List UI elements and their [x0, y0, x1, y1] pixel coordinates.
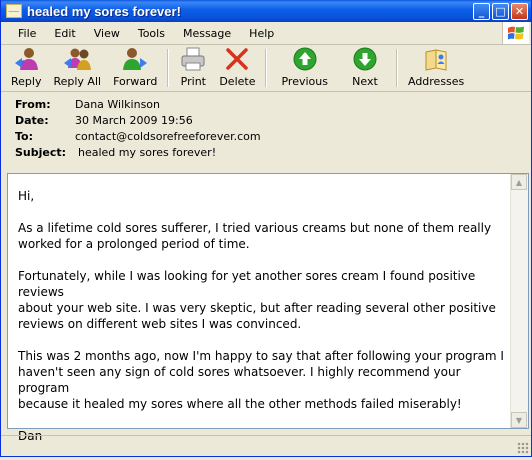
reply-all-icon [61, 46, 93, 72]
subject-label: Subject: [15, 145, 67, 159]
toolbar-separator [395, 49, 398, 87]
addresses-label: Addresses [407, 75, 465, 88]
from-label: From: [15, 97, 51, 111]
message-paragraph-3: This was 2 months ago, now I'm happy to … [18, 349, 504, 411]
previous-button[interactable]: Previous [271, 45, 338, 91]
windows-logo-icon [502, 22, 529, 44]
from-value: Dana Wilkinson [75, 97, 160, 111]
header-date-row: Date: 30 March 2009 19:56 [15, 112, 531, 128]
delete-button[interactable]: Delete [213, 45, 261, 91]
mail-window: healed my sores forever! _ □ ✕ File Edit… [0, 0, 532, 457]
subject-value: healed my sores forever! [78, 145, 217, 159]
next-label: Next [352, 75, 378, 88]
print-label: Print [180, 75, 206, 88]
to-value: contact@coldsorefreeforever.com [75, 129, 261, 143]
header-from-row: From: Dana Wilkinson [15, 96, 531, 112]
forward-icon [120, 46, 150, 72]
address-book-icon [422, 46, 450, 72]
status-bar [1, 435, 531, 456]
date-value: 30 March 2009 19:56 [75, 113, 193, 127]
vertical-scrollbar[interactable]: ▲ ▼ [510, 174, 528, 428]
date-label: Date: [15, 113, 49, 127]
scroll-up-button[interactable]: ▲ [511, 174, 527, 190]
toolbar-separator [265, 49, 268, 87]
toolbar: Reply Reply All Forward Print Delete Pre… [1, 45, 531, 92]
window-controls: _ □ ✕ [473, 2, 528, 20]
next-button[interactable]: Next [338, 45, 392, 91]
envelope-icon [6, 4, 22, 18]
menu-message[interactable]: Message [174, 27, 240, 40]
reply-label: Reply [11, 75, 42, 88]
to-label: To: [15, 129, 33, 143]
up-arrow-icon [292, 46, 318, 72]
reply-icon [11, 46, 41, 72]
maximize-button[interactable]: □ [492, 2, 509, 20]
reply-all-label: Reply All [53, 75, 102, 88]
toolbar-separator [167, 49, 170, 87]
title-bar[interactable]: healed my sores forever! _ □ ✕ [1, 0, 531, 22]
menu-tools[interactable]: Tools [129, 27, 174, 40]
delete-x-icon [224, 46, 250, 72]
scroll-down-arrow-icon: ▼ [515, 415, 523, 425]
message-header: From: Dana Wilkinson Date: 30 March 2009… [1, 92, 531, 166]
print-button[interactable]: Print [173, 45, 213, 91]
previous-label: Previous [281, 75, 328, 88]
scroll-up-arrow-icon: ▲ [515, 177, 523, 187]
delete-label: Delete [219, 75, 256, 88]
down-arrow-icon [352, 46, 378, 72]
close-button[interactable]: ✕ [511, 2, 528, 20]
message-greeting: Hi, [18, 189, 35, 203]
minimize-button[interactable]: _ [473, 2, 490, 20]
reply-button[interactable]: Reply [5, 45, 47, 91]
addresses-button[interactable]: Addresses [402, 45, 470, 91]
message-paragraph-2: Fortunately, while I was looking for yet… [18, 269, 496, 331]
scroll-down-button[interactable]: ▼ [511, 412, 527, 428]
menu-edit[interactable]: Edit [45, 27, 84, 40]
message-body-pane[interactable]: Hi, As a lifetime cold sores sufferer, I… [7, 173, 529, 443]
menu-bar: File Edit View Tools Message Help [1, 22, 531, 45]
menu-help[interactable]: Help [240, 27, 283, 40]
forward-label: Forward [113, 75, 158, 88]
printer-icon [179, 46, 207, 72]
menu-view[interactable]: View [85, 27, 129, 40]
message-paragraph-1: As a lifetime cold sores sufferer, I tri… [18, 221, 492, 251]
message-body: Hi, As a lifetime cold sores sufferer, I… [18, 188, 504, 460]
header-subject-row: Subject: healed my sores forever! [15, 144, 531, 160]
resize-grip-icon[interactable] [517, 442, 529, 454]
window-title: healed my sores forever! [27, 3, 181, 19]
header-to-row: To: contact@coldsorefreeforever.com [15, 128, 531, 144]
reply-all-button[interactable]: Reply All [47, 45, 107, 91]
menu-file[interactable]: File [9, 27, 45, 40]
forward-button[interactable]: Forward [107, 45, 163, 91]
